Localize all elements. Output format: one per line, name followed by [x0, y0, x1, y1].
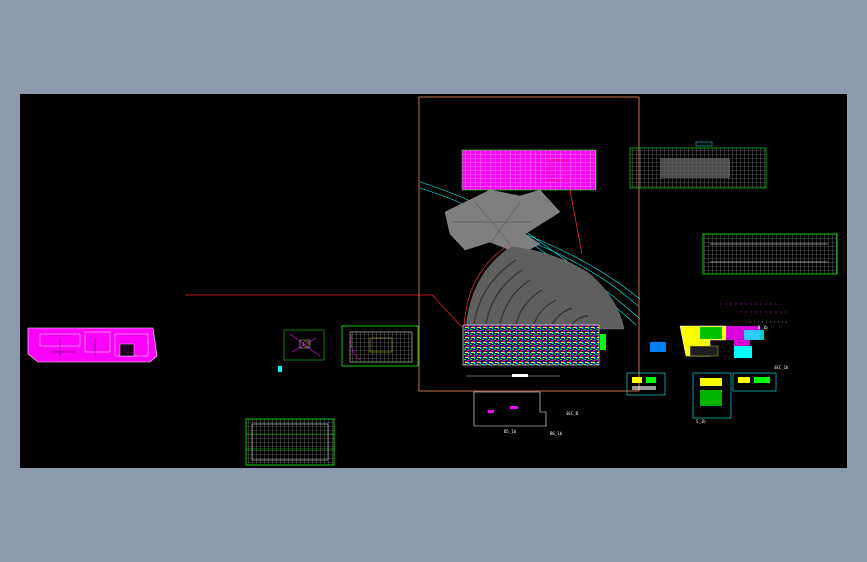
legend-box-center[interactable] [692, 372, 732, 419]
site-note-c: B6_1b [550, 431, 563, 436]
legend-box-left[interactable] [626, 372, 666, 396]
color-zone-plan[interactable] [679, 325, 764, 358]
green-site-plan[interactable] [341, 325, 419, 367]
layout-sheet[interactable] [418, 96, 641, 392]
legend-box-right[interactable] [732, 372, 777, 392]
magenta-grid-plan[interactable] [461, 149, 597, 191]
detail-note-a: B_1b [758, 325, 768, 330]
fan-parking-area [465, 245, 625, 330]
dense-building-plan[interactable] [462, 324, 600, 366]
white-grid-plan[interactable] [245, 418, 335, 466]
site-note-a: SEC_B [566, 411, 579, 416]
grey-grid-plan[interactable] [629, 141, 767, 189]
blue-tag [650, 342, 666, 352]
legend-note: SEC_1b [774, 365, 789, 370]
right-grid-plan[interactable] [702, 233, 838, 275]
detail-note-b: S_1b [696, 419, 706, 424]
outline-plan-bottom[interactable] [473, 391, 547, 427]
model-space-viewport[interactable]: SEC_B B5_1b B6_1b SEC_1b B_1b S_1b [20, 94, 847, 468]
magenta-floor-plan[interactable] [27, 327, 158, 363]
small-detail-drawing[interactable] [278, 329, 325, 372]
station-structure [444, 189, 561, 255]
drawing-canvas[interactable] [20, 94, 847, 468]
red-leader-connector [431, 294, 463, 328]
detail-scatter [720, 303, 790, 323]
site-note-b: B5_1b [504, 429, 517, 434]
